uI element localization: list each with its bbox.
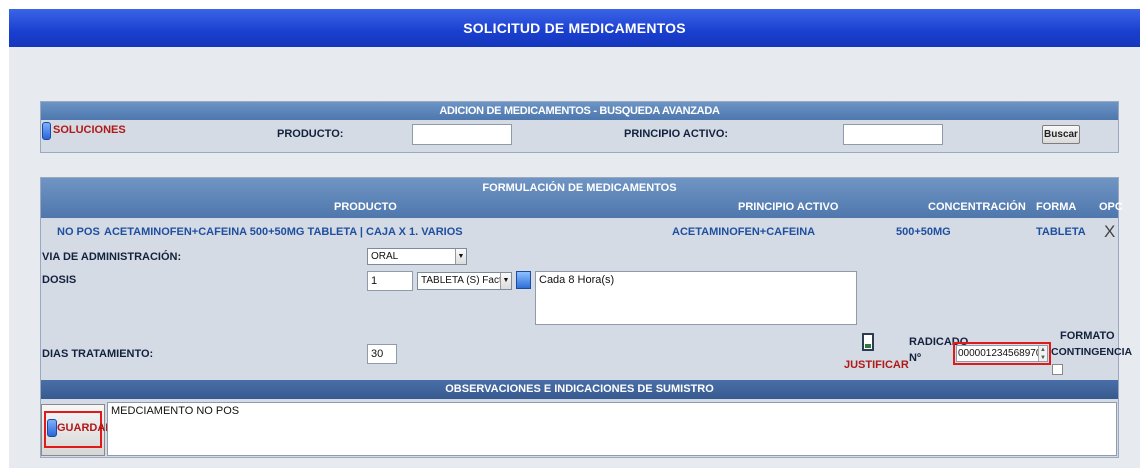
- principio-activo-label: PRINCIPIO ACTIVO:: [624, 128, 729, 140]
- radicado-no-label: Nº: [909, 352, 921, 364]
- dosis-unit-select[interactable]: TABLETA (S) Factor: 1 ▼: [417, 272, 512, 290]
- producto-label: PRODUCTO:: [277, 128, 344, 140]
- soluciones-link[interactable]: SOLUCIONES: [53, 124, 126, 136]
- col-opc: OPC: [1099, 201, 1123, 213]
- contingencia-label: CONTINGENCIA: [1051, 346, 1133, 358]
- search-panel-title: ADICION DE MEDICAMENTOS - BUSQUEDA AVANZ…: [41, 102, 1118, 120]
- principio-activo-input[interactable]: [843, 124, 943, 145]
- row-concentracion: 500+50MG: [896, 226, 951, 238]
- dias-tratamiento-input[interactable]: 30: [367, 344, 397, 364]
- frecuencia-textarea[interactable]: Cada 8 Hora(s): [535, 271, 857, 325]
- page-title: SOLICITUD DE MEDICAMENTOS: [9, 9, 1140, 47]
- spinner-arrows-icon[interactable]: ▲ ▼: [1038, 346, 1047, 361]
- save-icon: [47, 419, 57, 437]
- row-principio-activo: ACETAMINOFEN+CAFEINA: [672, 226, 816, 238]
- delete-icon[interactable]: X: [1104, 222, 1115, 242]
- dias-tratamiento-label: DIAS TRATAMIENTO:: [42, 348, 154, 360]
- row-producto: ACETAMINOFEN+CAFEINA 500+50MG TABLETA | …: [104, 226, 463, 238]
- formulation-panel: FORMULACIÓN DE MEDICAMENTOS PRODUCTO PRI…: [40, 177, 1132, 458]
- radicado-value: 0000012345689701: [958, 348, 1047, 359]
- dosis-input[interactable]: 1: [367, 271, 413, 291]
- observaciones-textarea[interactable]: MEDCIAMENTO NO POS: [107, 402, 1117, 456]
- col-producto: PRODUCTO: [334, 201, 397, 213]
- radicado-input[interactable]: 0000012345689701 ▲ ▼: [956, 345, 1048, 362]
- via-administracion-label: VIA DE ADMINISTRACIÓN:: [42, 251, 182, 263]
- calendar-icon[interactable]: [516, 271, 531, 289]
- chevron-down-icon: ▼: [455, 249, 466, 264]
- justificar-document-icon[interactable]: [862, 333, 874, 351]
- buscar-button[interactable]: Buscar: [1042, 125, 1080, 144]
- col-concentracion: CONCENTRACIÓN: [928, 201, 1026, 213]
- observaciones-title: OBSERVACIONES E INDICACIONES DE SUMISTRO: [41, 380, 1118, 399]
- formulation-title: FORMULACIÓN DE MEDICAMENTOS: [482, 182, 677, 194]
- formulation-header: FORMULACIÓN DE MEDICAMENTOS PRODUCTO PRI…: [41, 178, 1123, 218]
- formato-contingencia-checkbox[interactable]: [1052, 364, 1063, 375]
- row-pos-status: NO POS: [57, 226, 100, 238]
- row-forma: TABLETA: [1036, 226, 1086, 238]
- justificar-link[interactable]: JUSTIFICAR: [844, 359, 909, 371]
- chevron-down-icon: ▼: [500, 273, 511, 289]
- guardar-label: GUARDAR: [57, 422, 114, 434]
- formato-label: FORMATO: [1060, 330, 1115, 342]
- dosis-unit-value: TABLETA (S) Factor: 1: [421, 275, 512, 286]
- search-panel: ADICION DE MEDICAMENTOS - BUSQUEDA AVANZ…: [40, 101, 1119, 153]
- via-administracion-select[interactable]: ORAL ▼: [367, 248, 467, 265]
- col-principio-activo: PRINCIPIO ACTIVO: [738, 201, 839, 213]
- via-administracion-value: ORAL: [371, 251, 399, 262]
- soluciones-icon[interactable]: [42, 122, 51, 140]
- guardar-button[interactable]: GUARDAR: [41, 404, 113, 456]
- dosis-label: DOSIS: [42, 274, 77, 286]
- col-forma: FORMA: [1036, 201, 1077, 213]
- producto-input[interactable]: [412, 124, 512, 145]
